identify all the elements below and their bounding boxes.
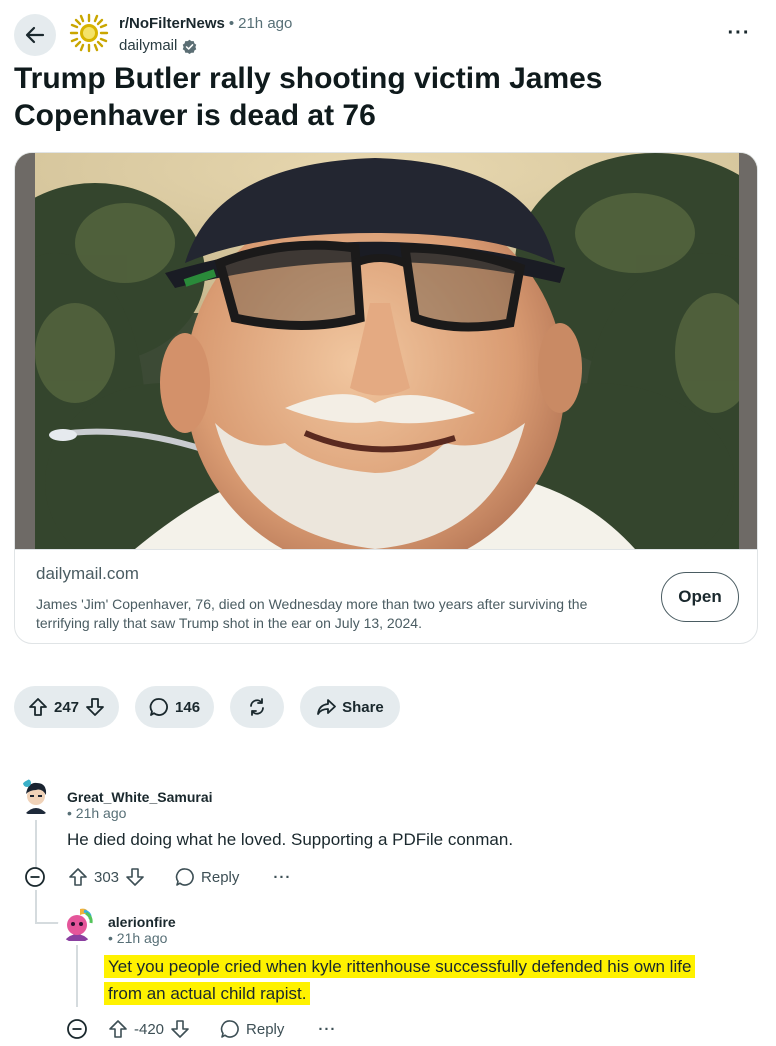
- link-domain: dailymail.com: [36, 564, 139, 583]
- reply-label: Reply: [246, 1020, 285, 1038]
- comment-time: 21h ago: [75, 805, 127, 821]
- comment-actions: -420 Reply ···: [66, 1018, 336, 1040]
- reply-icon: [175, 868, 194, 886]
- post-meta: r/NoFilterNews • 21h ago dailymail: [119, 14, 292, 56]
- post-action-bar: 247 146 Share: [14, 686, 400, 728]
- comment-vote: 303: [68, 867, 145, 887]
- downvote-icon[interactable]: [85, 697, 105, 717]
- comment-time: 21h ago: [116, 930, 168, 946]
- crosspost-button[interactable]: [230, 686, 285, 728]
- upvote-icon[interactable]: [28, 697, 48, 717]
- subreddit-name[interactable]: r/NoFilterNews: [119, 15, 225, 32]
- upvote-icon[interactable]: [108, 1019, 128, 1039]
- article-thumbnail[interactable]: [15, 153, 757, 549]
- comment-text: Yet you people cried when kyle rittenhou…: [104, 953, 764, 1007]
- post-source[interactable]: dailymail: [119, 36, 177, 56]
- back-button[interactable]: [14, 14, 56, 56]
- downvote-icon[interactable]: [170, 1019, 190, 1039]
- comment-actions: 303 Reply ···: [24, 866, 291, 888]
- collapse-icon[interactable]: [24, 866, 46, 888]
- subreddit-sun-icon: [69, 13, 109, 53]
- link-card[interactable]: dailymail.com James 'Jim' Copenhaver, 76…: [14, 152, 758, 644]
- meta-dot: •: [228, 15, 235, 32]
- reply-thread-line[interactable]: [76, 945, 78, 1007]
- comment-vote: -420: [108, 1019, 190, 1039]
- highlighted-text-line: from an actual child rapist.: [104, 982, 311, 1005]
- comment-author[interactable]: alerionfire • 21h ago: [108, 914, 176, 946]
- share-label: Share: [342, 698, 384, 716]
- comment-vote-count: 303: [94, 868, 120, 886]
- comment-author[interactable]: Great_White_Samurai • 21h ago: [67, 789, 213, 821]
- comment-icon: [149, 698, 168, 716]
- post-title[interactable]: Trump Butler rally shooting victim James…: [14, 60, 754, 134]
- downvote-icon[interactable]: [125, 867, 145, 887]
- avatar[interactable]: [17, 778, 55, 816]
- subreddit-avatar[interactable]: [68, 12, 110, 54]
- thread-line[interactable]: [35, 820, 37, 872]
- more-options-icon[interactable]: ···: [318, 1021, 336, 1038]
- link-description: James 'Jim' Copenhaver, 76, died on Wedn…: [36, 596, 588, 631]
- link-card-body: dailymail.com James 'Jim' Copenhaver, 76…: [15, 549, 757, 643]
- vote-count: 247: [54, 698, 80, 716]
- vote-pill: 247: [14, 686, 120, 728]
- avatar[interactable]: [58, 905, 96, 943]
- back-arrow-icon: [25, 26, 45, 44]
- crosspost-icon: [250, 698, 264, 716]
- share-icon: [317, 699, 336, 715]
- comment-text: He died doing what he loved. Supporting …: [67, 830, 514, 849]
- highlighted-text-line: Yet you people cried when kyle rittenhou…: [104, 955, 696, 978]
- reply-button[interactable]: Reply: [175, 867, 239, 887]
- open-link-button[interactable]: Open: [661, 572, 739, 622]
- reply-button[interactable]: Reply: [220, 1019, 284, 1039]
- comment-vote-count: -420: [134, 1020, 165, 1038]
- share-button[interactable]: Share: [300, 686, 400, 728]
- collapse-icon[interactable]: [66, 1018, 88, 1040]
- comment-count: 146: [175, 698, 201, 716]
- more-options-icon[interactable]: ···: [724, 18, 754, 48]
- reply-label: Reply: [201, 868, 240, 886]
- reply-icon: [220, 1020, 239, 1038]
- upvote-icon[interactable]: [68, 867, 88, 887]
- post-time: 21h ago: [238, 15, 293, 32]
- thread-branch: [35, 890, 37, 924]
- more-options-icon[interactable]: ···: [273, 869, 291, 886]
- verified-badge-icon: [183, 39, 197, 54]
- comments-button[interactable]: 146: [135, 686, 215, 728]
- post-header: r/NoFilterNews • 21h ago dailymail ···: [14, 12, 762, 56]
